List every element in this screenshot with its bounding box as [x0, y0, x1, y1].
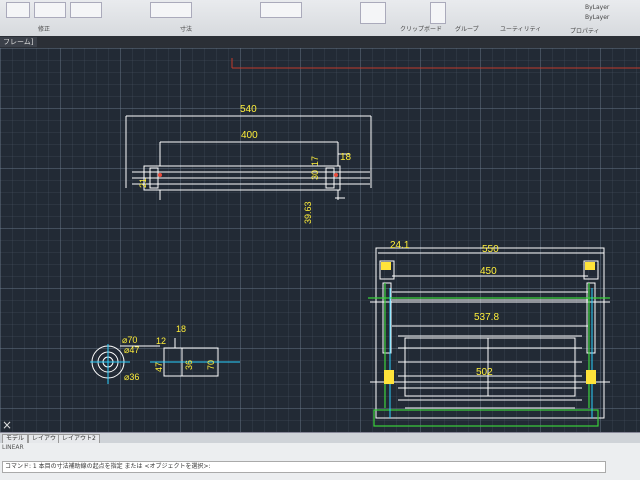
dimension-text[interactable]: ⌀70 [122, 335, 137, 345]
dimension-text[interactable]: 18 [340, 152, 352, 163]
close-icon[interactable]: × [2, 418, 12, 432]
viewport-label[interactable]: フレーム] [0, 37, 37, 47]
dimension-text[interactable]: 36 [184, 360, 194, 370]
viewport-label-bar: フレーム] [0, 36, 640, 48]
command-line: LINEAR コマンド: 1 本目の寸法補助線の起点を指定 または <オブジェク… [0, 443, 640, 480]
dimension-text[interactable]: ⌀36 [124, 372, 139, 382]
dimension-text[interactable]: 550 [482, 244, 499, 255]
ribbon-group-label-annotate: 寸法 [180, 26, 193, 33]
dimension-text[interactable]: 450 [480, 266, 497, 277]
dimension-text[interactable]: 30 [310, 170, 320, 180]
ribbon-button[interactable] [70, 2, 102, 18]
ribbon-group-label-properties: プロパティ [570, 28, 600, 35]
layout-tabs: モデル レイアウト1 レイアウト2 [0, 432, 640, 444]
ribbon-button[interactable] [34, 2, 66, 18]
cad-drawing[interactable]: 540 400 18 17 30 39.63 21 24.1 550 450 5… [0, 48, 640, 432]
dimension-text[interactable]: 12 [156, 336, 166, 346]
ribbon-button[interactable] [150, 2, 192, 18]
ribbon-button[interactable] [6, 2, 30, 18]
ribbon-group-label-utilities: ユーティリティ [500, 26, 542, 33]
dimension-text[interactable]: 47 [154, 362, 164, 372]
dimension-text[interactable]: 400 [241, 130, 258, 141]
dimension-text[interactable]: 17 [310, 156, 320, 166]
ribbon-linetype-label: ByLayer [585, 4, 610, 11]
dimension-text[interactable]: 39.63 [303, 201, 313, 224]
ribbon-lineweight-label: ByLayer [585, 14, 610, 21]
dimension-text[interactable]: 18 [176, 324, 186, 334]
ribbon-group-label-clipboard: クリップボード [400, 26, 443, 33]
ribbon-button[interactable] [430, 2, 446, 24]
dimension-text[interactable]: 70 [206, 360, 216, 370]
dimension-text[interactable]: 24.1 [390, 240, 410, 251]
ribbon-button[interactable] [260, 2, 302, 18]
dimension-text[interactable]: 537.8 [474, 312, 499, 323]
command-history: LINEAR [2, 444, 24, 451]
dimension-text[interactable]: 502 [476, 367, 493, 378]
dimension-text[interactable]: 21 [138, 178, 148, 188]
ribbon-group-label-groups: グループ [455, 26, 479, 33]
dimension-text[interactable]: 540 [240, 104, 257, 115]
command-input[interactable]: コマンド: 1 本目の寸法補助線の起点を指定 または <オブジェクトを選択>: [2, 461, 606, 473]
dimension-text[interactable]: ⌀47 [124, 345, 139, 355]
ribbon-button[interactable] [360, 2, 386, 24]
ribbon-group-label-modify: 修正 [38, 26, 51, 33]
ribbon-toolbar: 修正 寸法 ByLayer ByLayer プロパティ グループ ユーティリティ… [0, 0, 640, 37]
